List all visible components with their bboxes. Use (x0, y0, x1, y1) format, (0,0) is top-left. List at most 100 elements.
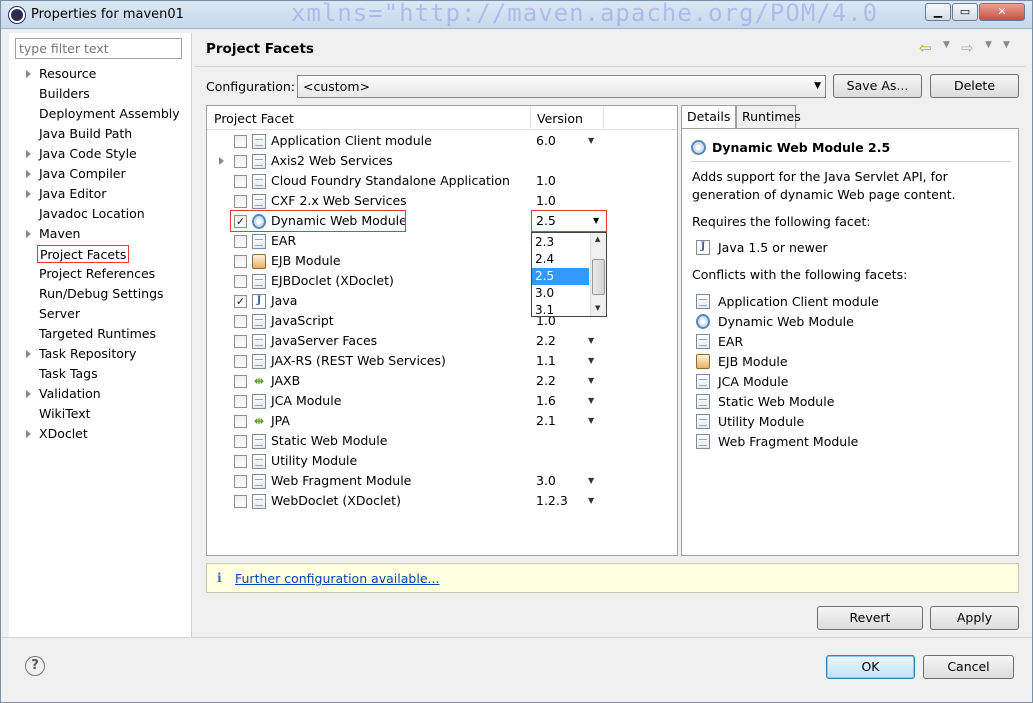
close-button[interactable]: ✕ (979, 3, 1025, 21)
facet-checkbox[interactable] (234, 235, 247, 248)
facet-row[interactable]: Axis2 Web Services (207, 151, 677, 171)
facet-checkbox[interactable] (234, 435, 247, 448)
chevron-down-icon[interactable]: ▼ (588, 356, 594, 365)
facet-row[interactable]: WebDoclet (XDoclet) 1.2.3 ▼ (207, 491, 677, 511)
chevron-down-icon[interactable]: ▼ (588, 136, 594, 145)
back-menu-chevron-icon[interactable]: ▼ (943, 40, 950, 50)
help-icon[interactable]: ? (25, 656, 45, 676)
expand-arrow-icon[interactable] (26, 430, 31, 438)
sidebar-item-java-build-path[interactable]: Java Build Path (39, 125, 132, 143)
sidebar-item-maven[interactable]: Maven (39, 225, 80, 243)
sidebar-item-java-compiler[interactable]: Java Compiler (39, 165, 126, 183)
facet-checkbox[interactable] (234, 275, 247, 288)
tab-details[interactable]: Details (681, 105, 736, 130)
configuration-select[interactable]: <custom> ▼ (297, 75, 826, 98)
expand-arrow-icon[interactable] (26, 390, 31, 398)
facet-checkbox[interactable] (234, 255, 247, 268)
facet-row[interactable]: Cloud Foundry Standalone Application 1.0 (207, 171, 677, 191)
facet-row[interactable]: CXF 2.x Web Services 1.0 (207, 191, 677, 211)
facet-row[interactable]: ⇹ JAXB 2.2 ▼ (207, 371, 677, 391)
facet-row[interactable]: Utility Module (207, 451, 677, 471)
facet-checkbox[interactable] (234, 475, 247, 488)
delete-button[interactable]: Delete (930, 74, 1019, 98)
eclipse-icon (9, 7, 25, 23)
expand-arrow-icon[interactable] (219, 157, 224, 165)
version-option[interactable]: 2.5 (532, 268, 589, 285)
chevron-down-icon[interactable]: ▼ (588, 496, 594, 505)
chevron-down-icon[interactable]: ▼ (588, 476, 594, 485)
sidebar-item-task-tags[interactable]: Task Tags (39, 365, 98, 383)
dropdown-scrollbar[interactable]: ▲ ▼ (590, 233, 606, 316)
back-arrow-icon[interactable]: ⇦ (919, 39, 932, 57)
scroll-down-icon[interactable]: ▼ (595, 304, 600, 312)
sidebar-item-project-references[interactable]: Project References (39, 265, 155, 283)
facet-checkbox[interactable] (234, 375, 247, 388)
chevron-down-icon[interactable]: ▼ (588, 336, 594, 345)
facet-row[interactable]: JAX-RS (REST Web Services) 1.1 ▼ (207, 351, 677, 371)
facet-checkbox[interactable] (234, 495, 247, 508)
scroll-up-icon[interactable]: ▲ (595, 235, 600, 243)
forward-menu-chevron-icon[interactable]: ▼ (985, 40, 992, 50)
facet-checkbox[interactable] (234, 175, 247, 188)
expand-arrow-icon[interactable] (26, 170, 31, 178)
facet-checkbox[interactable] (234, 315, 247, 328)
tab-runtimes[interactable]: Runtimes (736, 105, 801, 129)
expand-arrow-icon[interactable] (26, 230, 31, 238)
sidebar-item-validation[interactable]: Validation (39, 385, 101, 403)
version-option[interactable]: 2.4 (532, 251, 589, 268)
maximize-button[interactable]: ▭ (952, 3, 978, 21)
facet-row[interactable]: ⇹ JPA 2.1 ▼ (207, 411, 677, 431)
sidebar-item-java-code-style[interactable]: Java Code Style (39, 145, 137, 163)
expand-arrow-icon[interactable] (26, 350, 31, 358)
facet-checkbox[interactable] (234, 395, 247, 408)
sidebar-item-xdoclet[interactable]: XDoclet (39, 425, 88, 443)
sidebar-item-project-facets[interactable]: Project Facets (37, 245, 130, 263)
sidebar-item-server[interactable]: Server (39, 305, 80, 323)
version-option[interactable]: 2.3 (532, 234, 589, 251)
sidebar-item-javadoc-location[interactable]: Javadoc Location (39, 205, 145, 223)
sidebar-item-wikitext[interactable]: WikiText (39, 405, 91, 423)
forward-arrow-icon[interactable]: ⇨ (961, 39, 974, 57)
facet-row[interactable]: JavaServer Faces 2.2 ▼ (207, 331, 677, 351)
expand-arrow-icon[interactable] (26, 150, 31, 158)
cancel-button[interactable]: Cancel (923, 655, 1014, 679)
revert-button[interactable]: Revert (817, 606, 923, 630)
sidebar-item-builders[interactable]: Builders (39, 85, 90, 103)
ok-button[interactable]: OK (826, 655, 915, 679)
sidebar-item-deployment-assembly[interactable]: Deployment Assembly (39, 105, 180, 123)
facet-checkbox[interactable] (234, 135, 247, 148)
facet-row[interactable]: Static Web Module (207, 431, 677, 451)
save-as-button[interactable]: Save As... (833, 74, 922, 98)
expand-arrow-icon[interactable] (26, 190, 31, 198)
facet-checkbox[interactable] (234, 455, 247, 468)
facet-checkbox[interactable] (234, 155, 247, 168)
facet-checkbox[interactable]: ✓ (234, 295, 247, 308)
facet-checkbox[interactable] (234, 355, 247, 368)
view-menu-chevron-icon[interactable]: ▼ (1003, 40, 1010, 50)
facet-row[interactable]: JCA Module 1.6 ▼ (207, 391, 677, 411)
facet-checkbox[interactable] (234, 195, 247, 208)
apply-button[interactable]: Apply (930, 606, 1019, 630)
chevron-down-icon[interactable]: ▼ (588, 376, 594, 385)
further-configuration-link[interactable]: Further configuration available... (235, 571, 439, 586)
chevron-down-icon[interactable]: ▼ (588, 396, 594, 405)
sidebar-item-resource[interactable]: Resource (39, 65, 96, 83)
version-option[interactable]: 3.0 (532, 285, 589, 302)
version-select[interactable]: 2.5 ▼ (531, 210, 607, 232)
scrollbar-thumb[interactable] (592, 259, 605, 295)
sidebar-item-targeted-runtimes[interactable]: Targeted Runtimes (39, 325, 156, 343)
facet-row[interactable]: Application Client module 6.0 ▼ (207, 131, 677, 151)
sidebar-item-run-debug-settings[interactable]: Run/Debug Settings (39, 285, 164, 303)
version-option[interactable]: 3.1 (532, 302, 589, 319)
filter-input[interactable] (15, 38, 182, 59)
chevron-down-icon[interactable]: ▼ (588, 416, 594, 425)
facet-checkbox[interactable] (234, 415, 247, 428)
sidebar-item-java-editor[interactable]: Java Editor (39, 185, 106, 203)
expand-arrow-icon[interactable] (26, 70, 31, 78)
column-header-facet[interactable]: Project Facet (214, 111, 294, 126)
facet-row[interactable]: Web Fragment Module 3.0 ▼ (207, 471, 677, 491)
sidebar-item-task-repository[interactable]: Task Repository (39, 345, 136, 363)
column-header-version[interactable]: Version (537, 111, 583, 126)
minimize-button[interactable]: ▁ (925, 3, 951, 21)
facet-checkbox[interactable] (234, 335, 247, 348)
